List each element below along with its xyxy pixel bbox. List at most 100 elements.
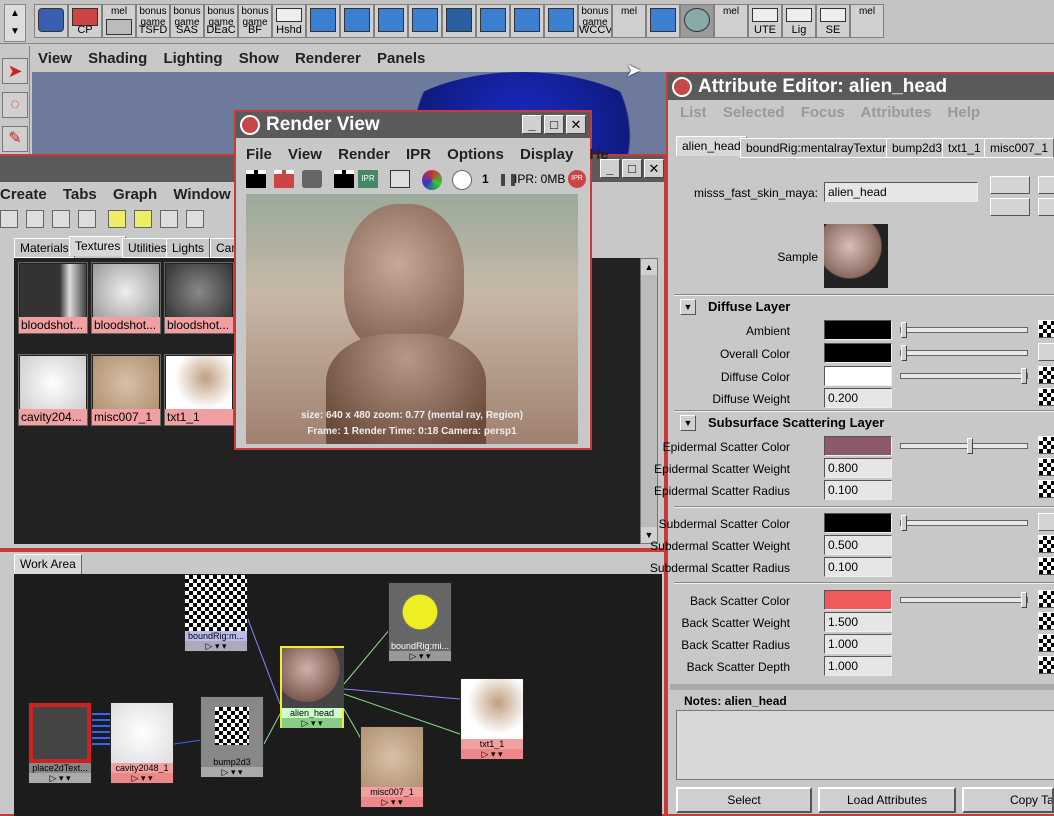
subdermal-color-slider[interactable] bbox=[900, 515, 1028, 531]
menu-help[interactable]: Help bbox=[948, 104, 981, 121]
epidermal-radius-field[interactable]: 0.100 bbox=[824, 480, 892, 500]
tab-alien-head[interactable]: alien_head bbox=[676, 136, 747, 156]
menu-view[interactable]: View bbox=[38, 50, 72, 67]
tab-boundrig-texture[interactable]: boundRig:mentalrayTexture2 bbox=[740, 138, 906, 158]
map-button[interactable] bbox=[1038, 612, 1054, 630]
shelf-button-lig[interactable]: Lig bbox=[782, 4, 816, 38]
menu-render[interactable]: Render bbox=[338, 146, 390, 163]
shelf-button-render-disc[interactable] bbox=[680, 4, 714, 38]
diffuse-weight-field[interactable]: 0.200 bbox=[824, 388, 892, 408]
menu-attributes[interactable]: Attributes bbox=[861, 104, 932, 121]
goto-output-icon[interactable] bbox=[990, 198, 1030, 216]
diffuse-color-slider[interactable] bbox=[900, 368, 1028, 384]
shelf-button-poly-sphere[interactable] bbox=[34, 4, 68, 38]
shelf-button-tool-9[interactable] bbox=[646, 4, 680, 38]
ipr-stop-icon[interactable]: IPR bbox=[568, 170, 586, 188]
shelf-button-tsfd[interactable]: bonus game TSFD bbox=[136, 4, 170, 38]
texture-thumb[interactable]: bloodshot... bbox=[18, 262, 88, 334]
epidermal-color-slider[interactable] bbox=[900, 438, 1028, 454]
shelf-button-tool-8[interactable] bbox=[544, 4, 578, 38]
menu-file[interactable]: File bbox=[246, 146, 272, 163]
layout-icon[interactable] bbox=[134, 210, 152, 228]
texture-thumb[interactable]: txt1_1 bbox=[164, 354, 234, 426]
back-scatter-color-slider[interactable] bbox=[900, 592, 1028, 608]
alpha-channel-icon[interactable] bbox=[452, 170, 472, 190]
subdermal-color-swatch[interactable] bbox=[824, 513, 892, 533]
layout-icon[interactable] bbox=[108, 210, 126, 228]
shelf-button-mel-2[interactable]: mel bbox=[612, 4, 646, 38]
graph-icon[interactable] bbox=[78, 210, 96, 228]
subdermal-radius-field[interactable]: 0.100 bbox=[824, 557, 892, 577]
menu-ipr[interactable]: IPR bbox=[406, 146, 431, 163]
menu-create[interactable]: Create bbox=[0, 186, 47, 203]
graph-icon[interactable] bbox=[52, 210, 70, 228]
clapper-icon[interactable] bbox=[246, 170, 266, 188]
menu-shading[interactable]: Shading bbox=[88, 50, 147, 67]
tab-misc007-1[interactable]: misc007_1 bbox=[984, 138, 1054, 158]
graph-icon[interactable] bbox=[0, 210, 18, 228]
connected-input-icon[interactable] bbox=[1038, 513, 1054, 531]
shelf-button-tool-2[interactable] bbox=[340, 4, 374, 38]
slider-knob[interactable] bbox=[901, 345, 907, 361]
slider-knob[interactable] bbox=[967, 438, 973, 454]
menu-tabs[interactable]: Tabs bbox=[63, 186, 97, 203]
shelf-button-mel-1[interactable]: mel bbox=[102, 4, 136, 38]
epidermal-color-swatch[interactable] bbox=[824, 436, 892, 456]
load-attributes-button[interactable]: Load Attributes bbox=[818, 787, 956, 813]
diffuse-color-swatch[interactable] bbox=[824, 366, 892, 386]
tab-textures[interactable]: Textures bbox=[69, 236, 127, 256]
graph-node[interactable]: bump2d3 ▷ ▾ ▾ bbox=[200, 696, 264, 778]
camera-icon[interactable] bbox=[302, 170, 322, 188]
slider-knob[interactable] bbox=[901, 322, 907, 338]
work-area-graph[interactable]: boundRig:m... ▷ ▾ ▾ boundRig:mi... ▷ ▾ ▾… bbox=[14, 574, 662, 816]
shelf-button-tool-3[interactable] bbox=[374, 4, 408, 38]
texture-thumb[interactable]: misc007_1 bbox=[91, 354, 161, 426]
shelf-button-mel-3[interactable]: mel bbox=[714, 4, 748, 38]
graph-node[interactable]: txt1_1 ▷ ▾ ▾ bbox=[460, 678, 524, 760]
texture-bin-scrollbar[interactable]: ▲ ▼ bbox=[640, 258, 658, 544]
notes-textarea[interactable] bbox=[676, 710, 1054, 780]
shelf-button-tool-4[interactable] bbox=[408, 4, 442, 38]
select-tool-icon[interactable]: ➤ bbox=[2, 58, 28, 84]
graph-node[interactable]: boundRig:mi... ▷ ▾ ▾ bbox=[388, 582, 452, 662]
graph-node[interactable]: misc007_1 ▷ ▾ ▾ bbox=[360, 726, 424, 808]
menu-graph[interactable]: Graph bbox=[113, 186, 157, 203]
texture-thumb[interactable]: bloodshot... bbox=[164, 262, 234, 334]
paint-tool-icon[interactable]: ✎ bbox=[2, 126, 28, 152]
attribute-editor-scrollbar[interactable] bbox=[670, 684, 1054, 690]
shelf-button-tool-5[interactable] bbox=[442, 4, 476, 38]
map-button[interactable] bbox=[1038, 590, 1054, 608]
shelf-button-mel-4[interactable]: mel bbox=[850, 4, 884, 38]
map-button[interactable] bbox=[1038, 535, 1054, 553]
shelf-button-tool-6[interactable] bbox=[476, 4, 510, 38]
menu-view[interactable]: View bbox=[288, 146, 322, 163]
ipr-clapper-icon[interactable] bbox=[334, 170, 354, 188]
collapse-icon[interactable]: ▼ bbox=[680, 415, 696, 431]
focus-button[interactable] bbox=[1038, 176, 1054, 194]
slider-knob[interactable] bbox=[901, 515, 907, 531]
map-button[interactable] bbox=[1038, 634, 1054, 652]
tab-materials[interactable]: Materials bbox=[14, 238, 75, 258]
collapse-icon[interactable]: ▼ bbox=[680, 299, 696, 315]
menu-lighting[interactable]: Lighting bbox=[163, 50, 222, 67]
minimize-button[interactable]: _ bbox=[522, 115, 542, 134]
map-button[interactable] bbox=[1038, 656, 1054, 674]
close-button[interactable]: ✕ bbox=[566, 115, 586, 134]
menu-renderer[interactable]: Renderer bbox=[295, 50, 361, 67]
layout-icon[interactable] bbox=[160, 210, 178, 228]
tab-bump2d3[interactable]: bump2d3 bbox=[886, 138, 949, 158]
map-button[interactable] bbox=[1038, 557, 1054, 575]
menu-show[interactable]: Show bbox=[239, 50, 279, 67]
slider-knob[interactable] bbox=[1021, 592, 1027, 608]
shelf-button-hshd[interactable]: Hshd bbox=[272, 4, 306, 38]
ambient-swatch[interactable] bbox=[824, 320, 892, 340]
texture-thumb[interactable]: cavity204... bbox=[18, 354, 88, 426]
ambient-slider[interactable] bbox=[900, 322, 1028, 338]
pane-divider[interactable] bbox=[0, 548, 666, 552]
select-button[interactable]: Select bbox=[676, 787, 812, 813]
map-button[interactable] bbox=[1038, 480, 1054, 498]
map-button[interactable] bbox=[1038, 458, 1054, 476]
menu-options[interactable]: Options bbox=[447, 146, 504, 163]
map-button[interactable] bbox=[1038, 320, 1054, 338]
graph-node[interactable]: cavity2048_1 ▷ ▾ ▾ bbox=[110, 702, 174, 784]
